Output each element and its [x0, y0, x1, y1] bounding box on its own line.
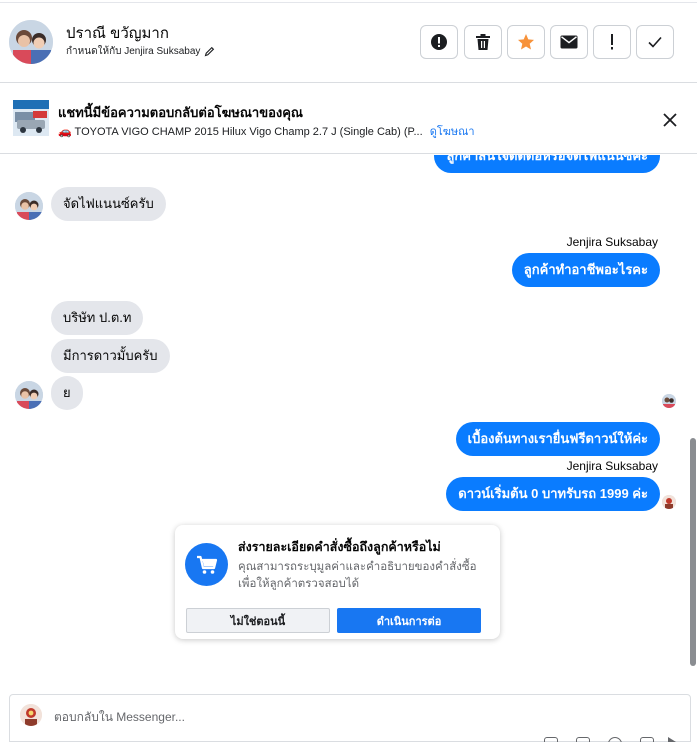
view-ad-link[interactable]: ดูโฆษณา	[430, 126, 475, 138]
gif-icon[interactable]	[640, 737, 654, 742]
order-card-description: คุณสามารถระบุมูลค่าและคำอธิบายของคำสั่งซ…	[238, 561, 477, 590]
contact-avatar-small	[15, 192, 43, 220]
emoji-icon[interactable]	[608, 737, 622, 742]
message-incoming[interactable]: มีการดาวมั้บครับ	[51, 339, 170, 373]
order-card-title: ส่งรายละเอียดคำสั่งซื้อถึงลูกค้าหรือไม่	[238, 540, 441, 554]
message-outgoing[interactable]: ดาวน์เริ่มต้น 0 บาทรับรถ 1999 ค่ะ	[446, 477, 660, 511]
assigned-label: กำหนดให้กับ Jenjira Suksabay	[66, 46, 201, 57]
spam-button[interactable]	[420, 25, 458, 59]
order-details-card: ส่งรายละเอียดคำสั่งซื้อถึงลูกค้าหรือไม่ …	[175, 525, 500, 639]
pencil-icon[interactable]	[204, 46, 215, 57]
exclamation-icon	[609, 33, 615, 51]
done-button[interactable]	[636, 25, 674, 59]
sender-name: Jenjira Suksabay	[566, 235, 658, 249]
seen-avatar	[662, 495, 676, 509]
message-outgoing[interactable]: เบื้องต้นทางเรายื่นฟรีดาวน์ให้ค่ะ	[455, 422, 660, 456]
close-icon[interactable]	[660, 110, 680, 130]
message-incoming[interactable]: จัดไฟแนนซ์ครับ	[51, 187, 166, 221]
reply-composer	[9, 694, 691, 742]
exclamation-circle-icon	[430, 33, 448, 51]
mark-unread-button[interactable]	[550, 25, 588, 59]
message-outgoing[interactable]: ลูกค้าสนใจติดต่อหรือจัดไฟแนนซ์คะ	[434, 155, 660, 173]
assigned-to[interactable]: กำหนดให้กับ Jenjira Suksabay	[66, 44, 215, 59]
trash-icon	[475, 33, 491, 51]
read-receipt-avatar	[662, 394, 676, 408]
star-icon	[517, 33, 535, 51]
sender-name: Jenjira Suksabay	[566, 459, 658, 473]
delete-button[interactable]	[464, 25, 502, 59]
header-divider	[0, 2, 697, 3]
message-outgoing[interactable]: ลูกค้าทำอาชีพอะไรคะ	[511, 253, 660, 287]
page-avatar	[20, 704, 42, 726]
scrollbar-thumb[interactable]	[690, 438, 696, 666]
image-icon[interactable]	[576, 737, 590, 742]
contact-avatar-small	[15, 381, 43, 409]
ad-name: 🚗 TOYOTA VIGO CHAMP 2015 Hilux Vigo Cham…	[58, 126, 423, 138]
envelope-icon	[560, 35, 578, 49]
conversation-header: ปราณี ขวัญมาก กำหนดให้กับ Jenjira Suksab…	[0, 0, 697, 83]
message-incoming[interactable]: ย	[51, 376, 83, 410]
send-icon[interactable]	[668, 737, 676, 742]
not-now-button[interactable]: ไม่ใช่ตอนนี้	[186, 608, 330, 633]
follow-up-button[interactable]	[593, 25, 631, 59]
ad-banner-title: แชทนี้มีข้อความตอบกลับต่อโฆษณาของคุณ	[58, 105, 303, 120]
shopping-cart-icon	[185, 543, 228, 586]
continue-button[interactable]: ดำเนินการต่อ	[337, 608, 481, 633]
composer-toolbar	[540, 737, 690, 742]
ad-reply-banner: แชทนี้มีข้อความตอบกลับต่อโฆษณาของคุณ 🚗 T…	[0, 84, 697, 154]
message-incoming[interactable]: บริษัท ป.ต.ท	[51, 301, 144, 335]
contact-avatar[interactable]	[9, 20, 53, 64]
ad-thumbnail[interactable]	[13, 100, 49, 136]
ad-banner-subtitle: 🚗 TOYOTA VIGO CHAMP 2015 Hilux Vigo Cham…	[58, 122, 475, 140]
contact-name[interactable]: ปราณี ขวัญมาก	[66, 21, 169, 45]
reply-input[interactable]	[54, 707, 654, 727]
attachment-icon[interactable]	[544, 737, 558, 742]
star-button[interactable]	[507, 25, 545, 59]
check-icon	[647, 35, 663, 49]
